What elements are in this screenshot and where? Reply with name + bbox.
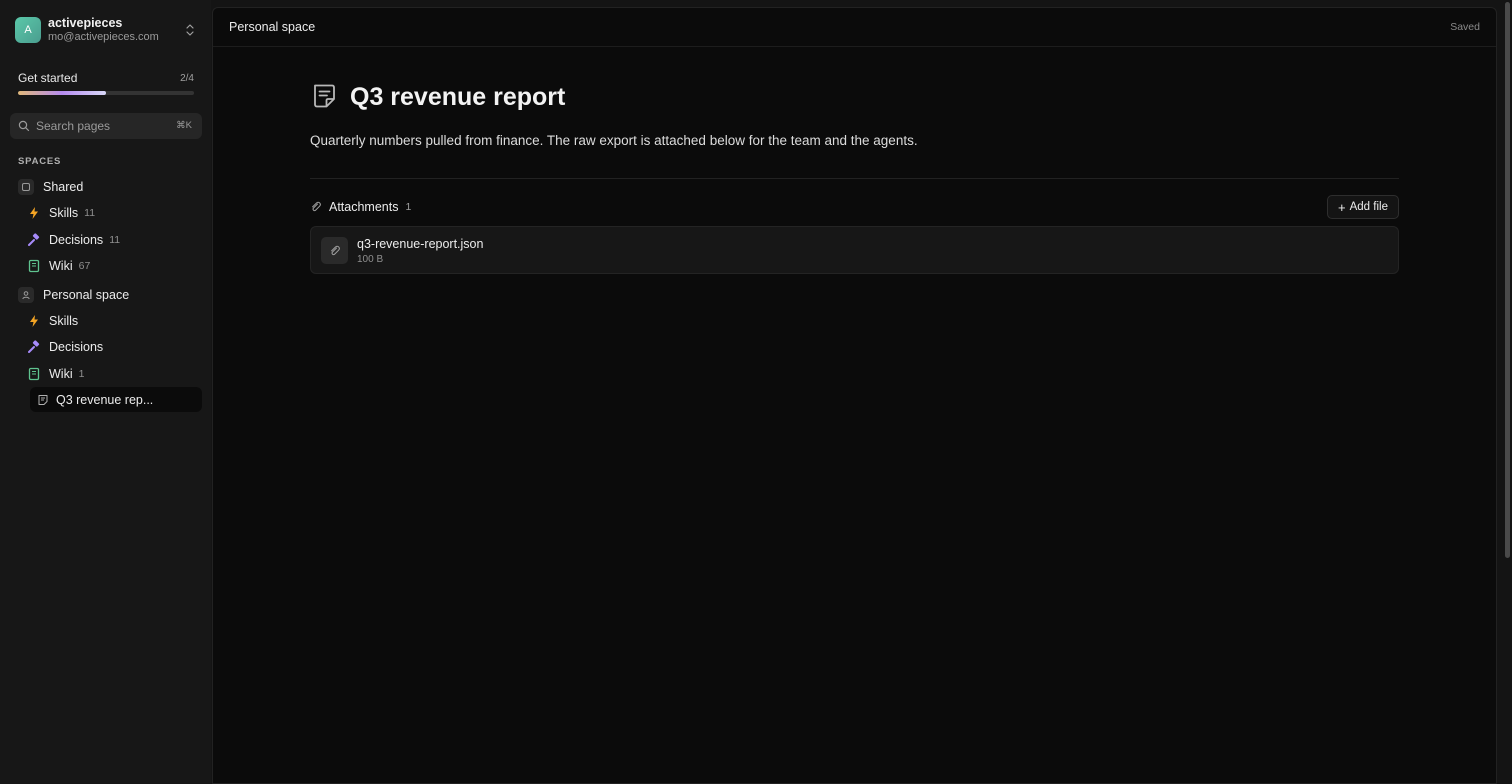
sidebar-item-personal-skills[interactable]: Skills [27,309,202,333]
sidebar-item-label: Wiki [49,367,73,381]
progress-track [18,91,194,95]
book-icon [28,259,40,273]
attachments-label: Attachments [329,200,399,214]
sidebar-item-shared-wiki[interactable]: Wiki 67 [27,254,202,278]
page-description[interactable]: Quarterly numbers pulled from finance. T… [310,133,918,148]
search-icon [18,120,30,132]
workspace-avatar: A [15,17,41,43]
chevron-up-down-icon [186,24,194,36]
sidebar-item-count: 67 [78,260,91,272]
get-started-count: 2/4 [180,72,194,84]
add-file-label: Add file [1349,201,1388,213]
workspace-email: mo@activepieces.com [48,31,159,43]
search-shortcut: ⌘K [176,120,192,131]
scrollbar-thumb[interactable] [1505,2,1510,558]
search-input[interactable] [36,119,166,133]
add-file-button[interactable]: + Add file [1327,195,1399,219]
sidebar-item-shared-skills[interactable]: Skills 11 [27,201,202,225]
sidebar-item-q3-revenue-report[interactable]: Q3 revenue rep... [30,387,202,412]
sidebar-item-count: 1 [78,368,85,380]
sidebar-item-count: 11 [109,234,121,246]
space-shared[interactable]: Shared [18,175,202,199]
attachment-item[interactable]: q3-revenue-report.json 100 B [310,226,1399,274]
page-title[interactable]: Q3 revenue report [350,83,565,112]
search-box[interactable]: ⌘K [10,113,202,139]
scrollbar[interactable] [1502,0,1512,784]
paperclip-icon [321,237,348,264]
sidebar-item-count: 11 [84,207,96,219]
sidebar-item-label: Decisions [49,233,104,247]
get-started-label: Get started [18,71,78,85]
breadcrumb[interactable]: Personal space [229,20,315,34]
sidebar-item-personal-wiki[interactable]: Wiki 1 [27,362,202,386]
sidebar-item-label: Wiki [49,259,73,273]
top-bar: Personal space Saved [213,8,1496,47]
sidebar-item-label: Skills [49,314,79,328]
divider [310,178,1399,179]
gavel-icon [28,340,40,353]
progress-fill [18,91,106,95]
lightning-icon [30,315,38,327]
space-personal-label: Personal space [43,288,130,302]
book-icon [28,367,40,381]
paperclip-icon [312,201,321,212]
save-status: Saved [1450,21,1480,33]
sidebar-item-personal-decisions[interactable]: Decisions [27,335,202,359]
note-icon [314,84,335,108]
note-icon [38,394,48,405]
attachment-size: 100 B [357,254,384,265]
gavel-icon [28,233,40,246]
sidebar: A activepieces mo@activepieces.com Get s… [0,0,211,784]
lightning-icon [30,207,38,219]
shared-space-icon [18,179,34,195]
space-shared-label: Shared [43,180,84,194]
get-started-progress[interactable]: Get started 2/4 [18,71,194,95]
main-panel: Personal space Saved Q3 revenue report Q… [212,7,1497,784]
spaces-heading: SPACES [18,156,62,167]
user-icon [18,287,34,303]
attachment-name: q3-revenue-report.json [357,237,484,251]
sidebar-item-label: Decisions [49,340,104,354]
sidebar-item-label: Skills [49,206,79,220]
workspace-switcher[interactable]: A activepieces mo@activepieces.com [8,10,204,50]
plus-icon: + [1338,199,1346,215]
space-personal[interactable]: Personal space [18,283,202,307]
attachments-count: 1 [405,201,412,213]
sidebar-item-shared-decisions[interactable]: Decisions 11 [27,228,202,252]
sidebar-item-label: Q3 revenue rep... [56,392,154,407]
attachments-header: Attachments 1 [310,200,411,214]
workspace-name: activepieces [48,16,123,30]
